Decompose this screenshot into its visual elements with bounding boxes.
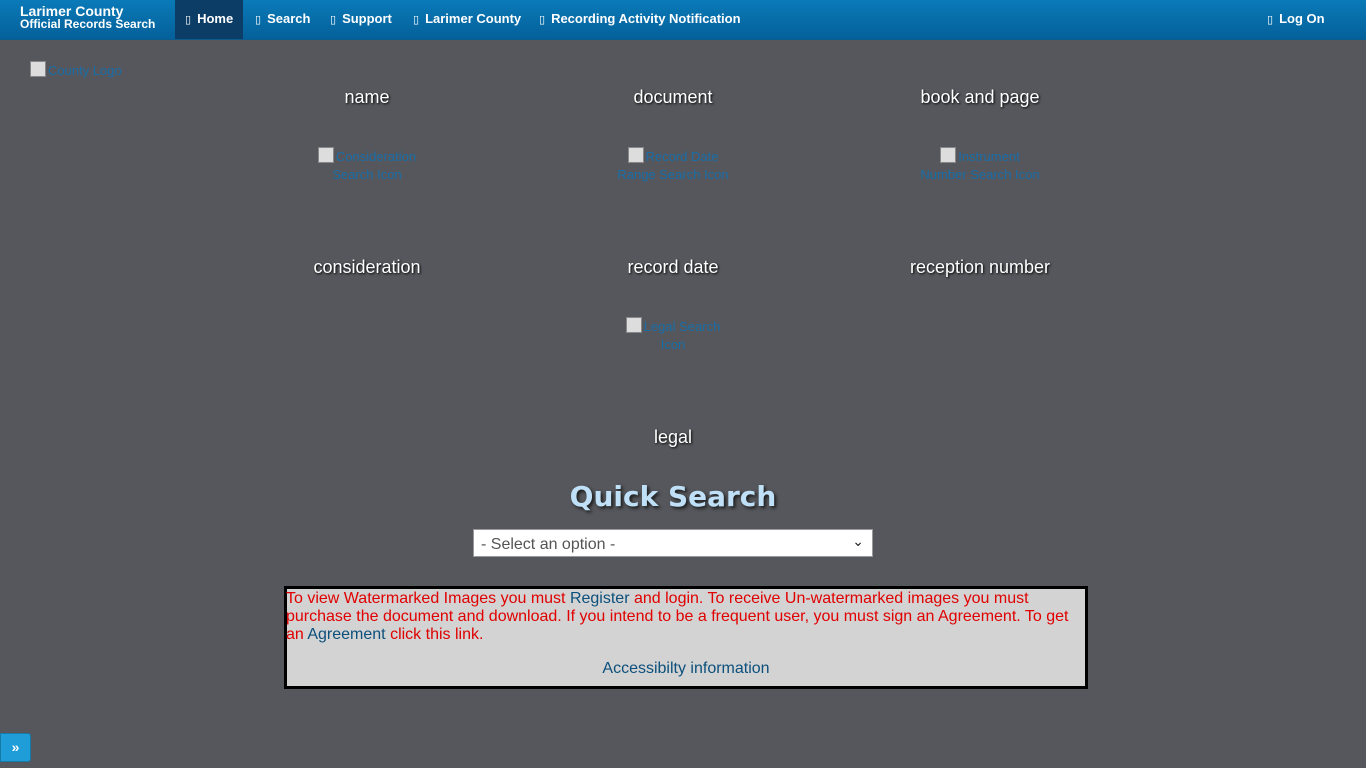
nav-log-on-label: Log On (1279, 11, 1325, 26)
accessibility-link[interactable]: Accessibilty information (287, 660, 1085, 678)
broken-image-icon (627, 147, 644, 163)
nav-home-label: Home (197, 11, 234, 26)
search-icon: ▯ (255, 13, 262, 26)
nav-support-label: Support (342, 11, 392, 26)
broken-image-icon (940, 147, 957, 163)
tile-record-date-label[interactable]: record date (553, 257, 793, 278)
chevron-down-icon: ⌄ (852, 533, 864, 549)
instrument-number-icon-alt: Instrument Number Search Icon (920, 149, 1040, 182)
tile-consideration-label[interactable]: consideration (247, 257, 487, 278)
broken-image-icon (317, 147, 334, 163)
notice-box: To view Watermarked Images you must Regi… (284, 586, 1088, 689)
legal-search-icon[interactable]: Legal Search Icon (613, 317, 733, 354)
instrument-number-search-icon[interactable]: Instrument Number Search Icon (920, 147, 1040, 184)
nav-recording-activity-label: Recording Activity Notification (551, 11, 741, 26)
register-link[interactable]: Register (570, 590, 630, 607)
expand-panel-button[interactable]: » (0, 733, 31, 762)
nav-search-label: Search (267, 11, 311, 26)
tile-reception-number-label[interactable]: reception number (860, 257, 1100, 278)
bell-icon: ▯ (539, 13, 546, 26)
brand[interactable]: Larimer County Official Records Search (20, 4, 156, 31)
tile-document-label[interactable]: document (553, 87, 793, 108)
quick-search-title: Quick Search (569, 480, 777, 513)
home-icon: ▯ (185, 13, 192, 26)
tile-legal-label[interactable]: legal (553, 427, 793, 448)
notice-part1: To view Watermarked Images you must (286, 590, 570, 607)
agreement-link[interactable]: Agreement (307, 626, 385, 643)
brand-subtitle: Official Records Search (20, 17, 156, 31)
support-icon: ▯ (330, 13, 337, 26)
consideration-search-icon[interactable]: Consideration Search Icon (307, 147, 427, 184)
consideration-icon-alt: Consideration Search Icon (332, 149, 417, 182)
county-logo-alt: County Logo (48, 63, 122, 78)
county-logo: County Logo (30, 61, 122, 78)
quick-search-selected: - Select an option - (481, 536, 616, 553)
nav-home[interactable]: ▯ Home (175, 0, 244, 39)
legal-icon-alt: Legal Search Icon (643, 319, 721, 352)
broken-image-icon (30, 61, 46, 77)
notice-part3: click this link. (385, 626, 484, 643)
nav-search[interactable]: ▯ Search (255, 0, 310, 39)
building-icon: ▯ (413, 13, 420, 26)
login-icon: ▯ (1267, 13, 1274, 26)
quick-search-select[interactable]: - Select an option - ⌄ (473, 529, 873, 557)
nav-log-on[interactable]: ▯ Log On (1267, 0, 1325, 39)
nav-larimer-county[interactable]: ▯ Larimer County (413, 0, 521, 39)
tile-book-and-page-label[interactable]: book and page (860, 87, 1100, 108)
broken-image-icon (625, 317, 642, 333)
record-date-search-icon[interactable]: Record Date Range Search Icon (613, 147, 733, 184)
notice-text: To view Watermarked Images you must Regi… (286, 589, 1081, 644)
nav-support[interactable]: ▯ Support (330, 0, 392, 39)
tile-name-label[interactable]: name (247, 87, 487, 108)
top-navbar: Larimer County Official Records Search ▯… (0, 0, 1366, 40)
nav-recording-activity-notification[interactable]: ▯ Recording Activity Notification (539, 0, 741, 39)
nav-larimer-county-label: Larimer County (425, 11, 522, 26)
